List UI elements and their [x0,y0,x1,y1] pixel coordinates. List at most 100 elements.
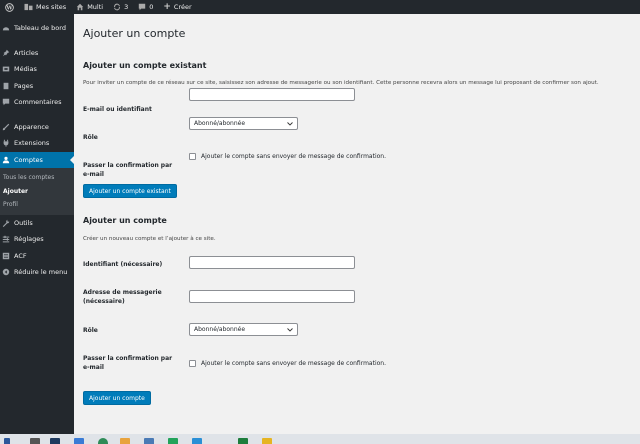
chevron-down-icon [287,327,293,332]
settings-icon [2,235,10,243]
new-skip-checkbox[interactable] [189,360,196,367]
page-icon [2,82,10,90]
new-skip-text: Ajouter le compte sans envoyer de messag… [201,360,386,367]
taskbar-app-icon[interactable] [262,438,272,444]
updates-icon [114,3,120,11]
sidebar-item-comments[interactable]: Commentaires [0,94,74,111]
chevron-down-icon [287,121,293,126]
taskbar-app-icon[interactable] [120,438,130,444]
existing-skip-label: Passer la confirmation par e-mail [83,162,173,178]
dashboard-icon [2,24,10,32]
submenu-profile[interactable]: Profil [0,198,74,212]
plugin-icon [2,139,10,147]
sidebar-item-articles[interactable]: Articles [0,45,74,62]
sidebar-item-users[interactable]: Comptes [0,151,74,168]
taskbar-app-icon[interactable] [30,438,40,444]
media-icon [2,65,10,73]
sidebar-item-label: Apparence [14,122,49,131]
sidebar-item-acf[interactable]: ACF [0,248,74,265]
my-sites-button[interactable]: Mes sites [19,0,71,14]
site-name-button[interactable]: Multi [71,0,108,14]
sidebar-item-settings[interactable]: Réglages [0,231,74,248]
taskbar-app-icon[interactable] [74,438,84,444]
comment-bubble-icon [139,3,146,11]
taskbar-app-icon[interactable] [192,438,202,444]
sidebar-item-medias[interactable]: Médias [0,61,74,78]
sidebar-item-dashboard[interactable]: Tableau de bord [0,20,74,37]
new-content-label: Créer [173,3,192,11]
existing-role-select[interactable]: Abonné/abonnée [189,117,298,130]
new-user-heading: Ajouter un compte [83,216,167,225]
new-role-label: Rôle [83,327,98,334]
new-skip-label: Passer la confirmation par e-mail [83,355,173,371]
updates-count: 3 [124,3,129,11]
sidebar-item-label: Comptes [14,155,43,164]
sidebar-item-appearance[interactable]: Apparence [0,119,74,136]
sites-icon [24,3,33,11]
sidebar-item-extensions[interactable]: Extensions [0,135,74,152]
site-name-label: Multi [87,3,104,11]
collapse-menu-button[interactable]: Réduire le menu [0,264,74,281]
sidebar-item-label: Outils [14,218,33,227]
existing-user-heading: Ajouter un compte existant [83,61,207,70]
sidebar-item-label: Médias [14,65,37,74]
existing-skip-text: Ajouter le compte sans envoyer de messag… [201,153,386,160]
taskbar-app-icon[interactable] [50,438,60,444]
add-existing-user-button[interactable]: Ajouter un compte existant [83,184,177,198]
wordpress-icon: W [5,2,14,12]
sidebar-item-label: Tableau de bord [14,24,66,33]
sidebar-item-label: ACF [14,251,27,260]
sidebar-item-label: Réglages [14,235,44,244]
comment-icon [2,98,10,106]
new-email-input[interactable] [189,290,355,303]
main-content: Ajouter un compte Ajouter un compte exis… [74,14,640,434]
username-label: Identifiant (nécessaire) [83,261,163,268]
plus-icon: + [163,2,171,12]
existing-skip-checkbox[interactable] [189,153,196,160]
list-icon [2,252,10,260]
wordpress-logo-button[interactable]: W [0,0,19,14]
sidebar-item-tools[interactable]: Outils [0,215,74,232]
admin-sidebar: Tableau de bord Articles Médias Pages Co… [0,14,74,434]
submenu-all-users[interactable]: Tous les comptes [0,171,74,185]
comments-button[interactable]: 0 [133,0,158,14]
page-title: Ajouter un compte [83,27,186,40]
taskbar-app-icon[interactable] [238,438,248,444]
sidebar-item-label: Pages [14,81,34,90]
svg-text:W: W [5,5,13,11]
taskbar-app-icon[interactable] [98,438,108,444]
users-submenu: Tous les comptes Ajouter Profil [0,168,74,215]
updates-button[interactable]: 3 [108,0,133,14]
username-input[interactable] [189,256,355,269]
existing-email-input[interactable] [189,88,355,101]
wrench-icon [2,219,10,227]
user-icon [2,156,10,164]
new-role-value: Abonné/abonnée [194,326,246,333]
new-email-label: Adresse de messagerie (nécessaire) [83,289,162,305]
taskbar-app-icon[interactable] [168,438,178,444]
new-skip-row: Ajouter le compte sans envoyer de messag… [189,360,386,367]
add-new-user-button[interactable]: Ajouter un compte [83,391,151,405]
new-content-button[interactable]: + Créer [158,0,196,14]
taskbar-app-icon[interactable] [144,438,154,444]
pin-icon [2,49,10,57]
collapse-icon [2,268,10,276]
existing-role-label: Rôle [83,134,98,141]
sidebar-item-label: Articles [14,48,39,57]
start-icon[interactable] [4,438,10,444]
existing-role-value: Abonné/abonnée [194,120,246,127]
existing-user-description: Pour inviter un compte de ce réseau sur … [83,80,599,86]
my-sites-label: Mes sites [36,3,67,11]
sidebar-item-label: Commentaires [14,98,62,107]
new-role-select[interactable]: Abonné/abonnée [189,323,298,336]
sidebar-item-label: Réduire le menu [14,268,68,277]
submenu-add-user[interactable]: Ajouter [0,185,74,199]
sidebar-item-pages[interactable]: Pages [0,78,74,95]
existing-email-label: E-mail ou identifiant [83,106,152,113]
comments-count: 0 [149,3,154,11]
taskbar [0,434,640,444]
home-icon [76,3,84,11]
new-user-description: Créer un nouveau compte et l’ajouter à c… [83,236,216,242]
existing-skip-row: Ajouter le compte sans envoyer de messag… [189,153,386,160]
sidebar-item-label: Extensions [14,139,50,148]
